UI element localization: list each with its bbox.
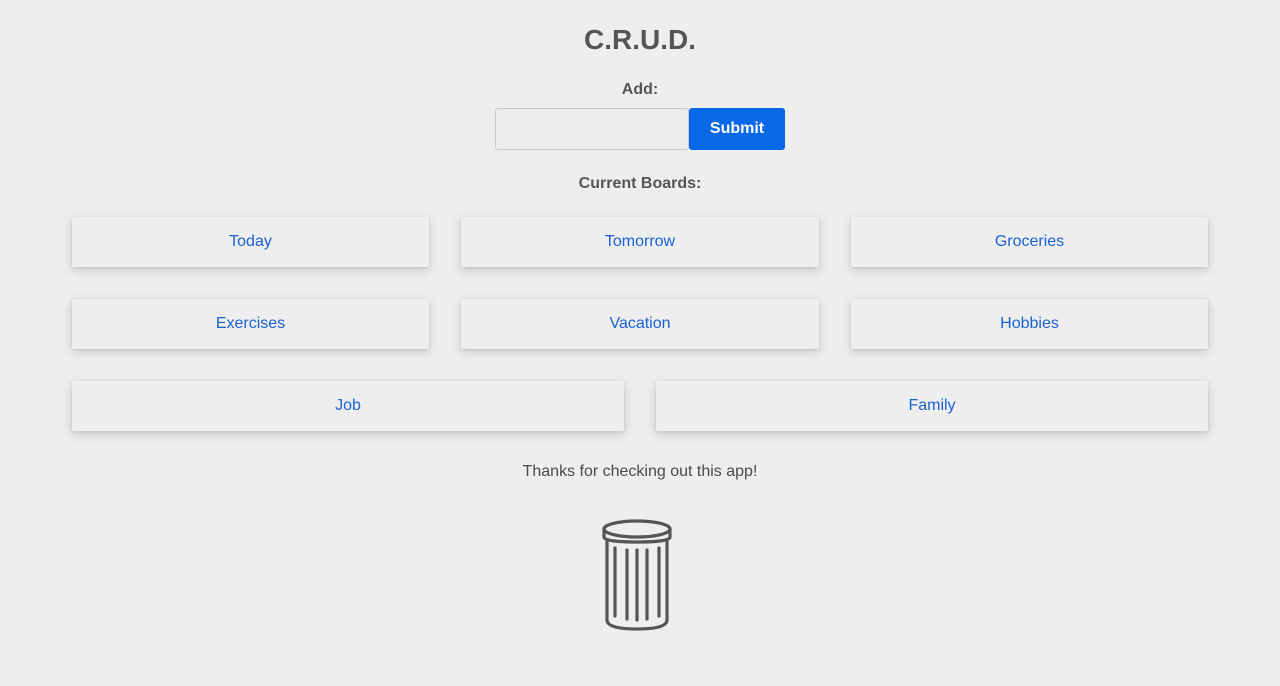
board-card-groceries[interactable]: Groceries [851,217,1208,267]
add-board-form: Submit [495,108,785,151]
board-label[interactable]: Groceries [995,233,1064,251]
submit-button[interactable]: Submit [689,108,785,150]
board-card-vacation[interactable]: Vacation [461,299,819,349]
board-label[interactable]: Vacation [609,315,670,333]
page-title: C.R.U.D. [584,24,696,55]
page: C.R.U.D. Add: Submit Current Boards: Tod… [0,0,1280,686]
board-label[interactable]: Tomorrow [605,233,675,251]
board-label[interactable]: Family [908,397,955,415]
board-label[interactable]: Today [229,233,272,251]
board-card-today[interactable]: Today [72,217,429,267]
board-card-job[interactable]: Job [72,381,624,431]
board-label[interactable]: Hobbies [1000,315,1059,333]
current-boards-label: Current Boards: [578,175,702,192]
board-label[interactable]: Job [335,397,361,415]
trash-can-icon[interactable] [598,518,676,634]
board-label[interactable]: Exercises [216,315,285,333]
add-board-input[interactable] [495,108,689,150]
board-card-family[interactable]: Family [656,381,1208,431]
board-card-tomorrow[interactable]: Tomorrow [461,217,819,267]
board-card-hobbies[interactable]: Hobbies [851,299,1208,349]
board-card-exercises[interactable]: Exercises [72,299,429,349]
thanks-message: Thanks for checking out this app! [522,463,758,480]
add-label: Add: [621,81,659,98]
